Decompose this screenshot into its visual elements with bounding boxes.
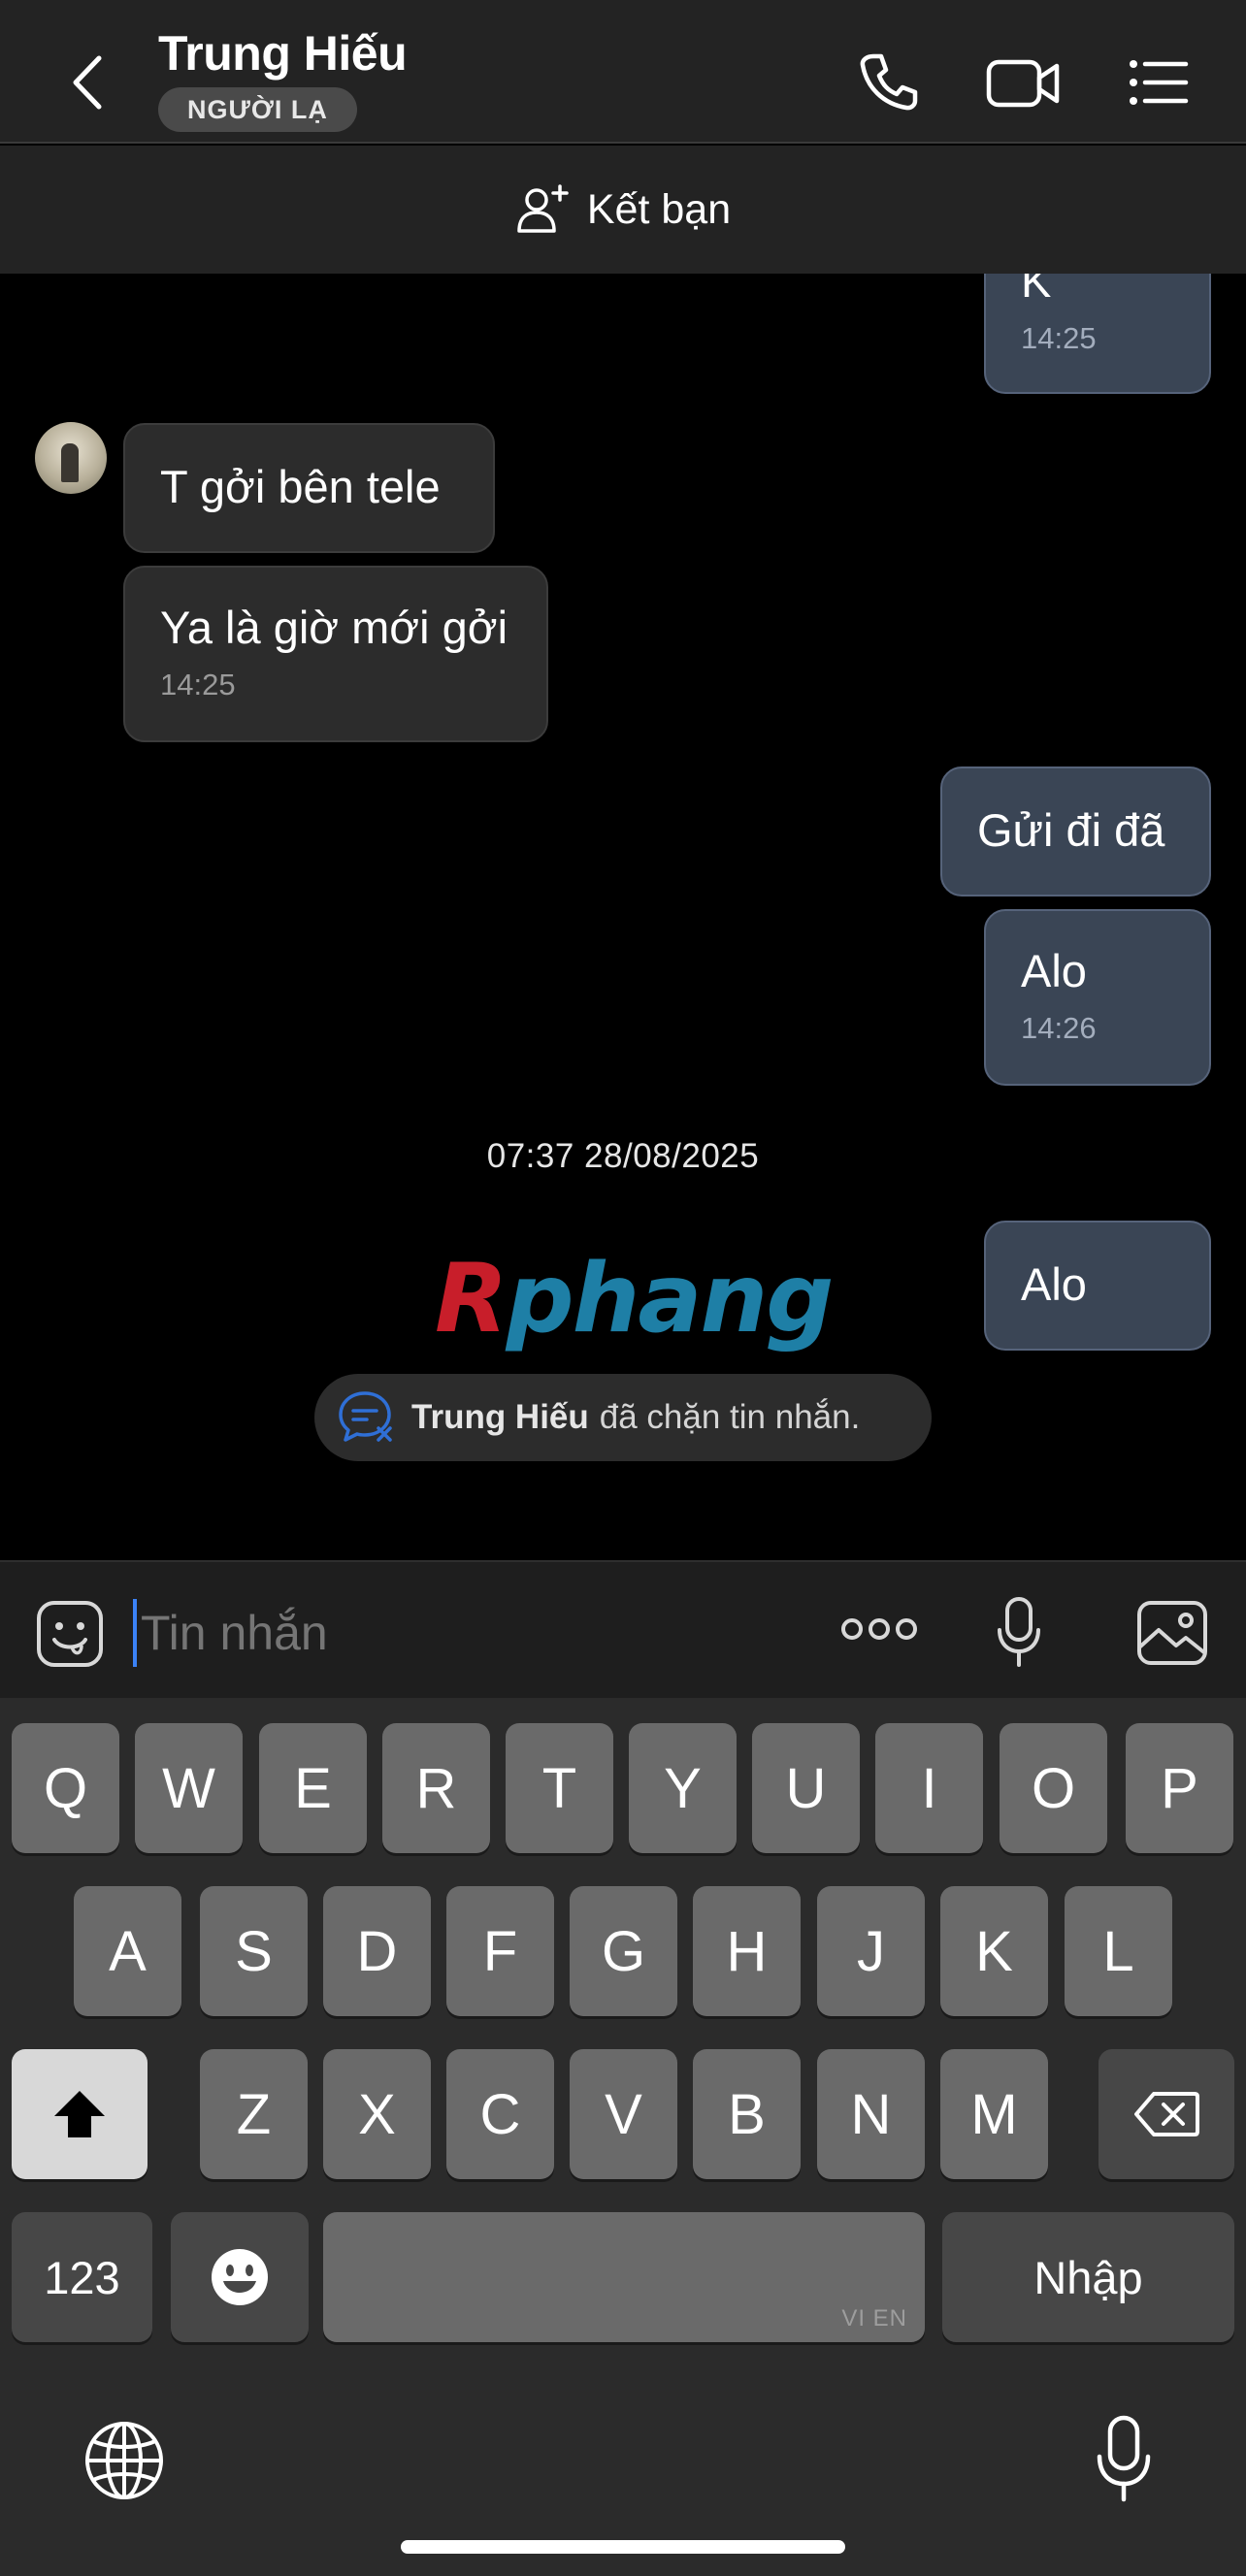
key-a[interactable]: A <box>74 1886 181 2016</box>
key-r[interactable]: R <box>382 1723 490 1853</box>
blocked-chat-icon <box>339 1391 392 1442</box>
contact-name[interactable]: Trung Hiếu <box>158 25 408 82</box>
shift-icon <box>54 2091 105 2137</box>
blocked-contact-name: Trung Hiếu <box>411 1398 589 1436</box>
outgoing-message[interactable]: Gửi đi đã <box>940 766 1211 897</box>
chat-header: Trung Hiếu NGƯỜI LẠ <box>0 0 1246 144</box>
key-t[interactable]: T <box>506 1723 613 1853</box>
more-button[interactable] <box>840 1614 918 1648</box>
add-friend-bar[interactable]: Kết bạn <box>0 146 1246 274</box>
message-text: K <box>1021 274 1052 307</box>
emoji-button[interactable] <box>35 1599 105 1674</box>
back-button[interactable] <box>58 49 116 116</box>
stranger-badge: NGƯỜI LẠ <box>158 87 357 132</box>
dictation-button[interactable] <box>1095 2414 1153 2508</box>
outgoing-message[interactable]: K 14:25 <box>984 274 1211 394</box>
chevron-left-icon <box>73 55 102 110</box>
key-o[interactable]: O <box>1000 1723 1107 1853</box>
date-separator: 07:37 28/08/2025 <box>486 1137 760 1175</box>
message-text: Alo <box>1021 1258 1087 1310</box>
key-h[interactable]: H <box>693 1886 801 2016</box>
space-key[interactable]: VI EN <box>323 2212 925 2342</box>
message-time: 14:25 <box>160 668 236 701</box>
key-j[interactable]: J <box>817 1886 925 2016</box>
key-u[interactable]: U <box>752 1723 860 1853</box>
watermark-logo: Rphang <box>435 1244 834 1354</box>
phone-icon <box>860 53 918 111</box>
message-text: Gửi đi đã <box>977 804 1165 856</box>
return-key[interactable]: Nhập <box>942 2212 1234 2342</box>
key-c[interactable]: C <box>446 2049 554 2179</box>
globe-button[interactable] <box>83 2420 165 2506</box>
return-key-label: Nhập <box>1033 2251 1143 2303</box>
key-q[interactable]: Q <box>12 1723 119 1853</box>
shift-key[interactable] <box>12 2049 148 2179</box>
language-tag: VI EN <box>841 2305 907 2331</box>
home-indicator[interactable] <box>401 2540 845 2554</box>
message-time: 14:26 <box>1021 1011 1097 1045</box>
message-list[interactable]: K 14:25 T gởi bên tele Ya là giờ mới gởi… <box>0 274 1246 1562</box>
key-y[interactable]: Y <box>629 1723 737 1853</box>
key-d[interactable]: D <box>323 1886 431 2016</box>
key-b[interactable]: B <box>693 2049 801 2179</box>
outgoing-message[interactable]: Alo 14:26 <box>984 909 1211 1086</box>
key-p[interactable]: P <box>1126 1723 1233 1853</box>
key-n[interactable]: N <box>817 2049 925 2179</box>
menu-button[interactable] <box>1126 49 1194 121</box>
microphone-icon <box>998 1597 1040 1667</box>
key-f[interactable]: F <box>446 1886 554 2016</box>
numbers-key[interactable]: 123 <box>12 2212 152 2342</box>
image-icon <box>1137 1601 1207 1665</box>
emoji-keyboard-key[interactable] <box>171 2212 309 2342</box>
contact-avatar[interactable] <box>35 422 107 494</box>
delete-key[interactable] <box>1098 2049 1234 2179</box>
message-text: Ya là giờ mới gởi <box>160 602 508 653</box>
emoji-face-icon <box>212 2249 268 2305</box>
message-text: T gởi bên tele <box>160 461 441 512</box>
incoming-message[interactable]: T gởi bên tele <box>123 423 495 553</box>
key-s[interactable]: S <box>200 1886 308 2016</box>
message-text: Alo <box>1021 945 1087 996</box>
globe-icon <box>85 2422 163 2499</box>
incoming-message[interactable]: Ya là giờ mới gởi 14:25 <box>123 566 548 742</box>
key-z[interactable]: Z <box>200 2049 308 2179</box>
outgoing-message[interactable]: Alo <box>984 1221 1211 1351</box>
video-camera-icon <box>986 59 1060 108</box>
key-m[interactable]: M <box>940 2049 1048 2179</box>
call-button[interactable] <box>854 49 922 121</box>
list-menu-icon <box>1130 60 1189 105</box>
voice-message-button[interactable] <box>995 1595 1043 1674</box>
add-friend-label: Kết bạn <box>586 185 732 233</box>
key-k[interactable]: K <box>940 1886 1048 2016</box>
image-button[interactable] <box>1135 1599 1209 1672</box>
numbers-key-label: 123 <box>44 2251 120 2303</box>
blocked-text: đã chặn tin nhắn. <box>599 1398 861 1436</box>
backspace-icon <box>1134 2092 1199 2136</box>
key-g[interactable]: G <box>570 1886 677 2016</box>
key-e[interactable]: E <box>259 1723 367 1853</box>
key-l[interactable]: L <box>1065 1886 1172 2016</box>
key-x[interactable]: X <box>323 2049 431 2179</box>
blocked-notice: Trung Hiếu đã chặn tin nhắn. <box>314 1374 932 1461</box>
message-time: 14:25 <box>1021 321 1097 355</box>
composer-bar <box>0 1560 1246 1698</box>
add-person-icon <box>517 184 569 233</box>
key-v[interactable]: V <box>570 2049 677 2179</box>
key-w[interactable]: W <box>135 1723 243 1853</box>
key-i[interactable]: I <box>875 1723 983 1853</box>
emoji-icon <box>37 1601 103 1667</box>
dictation-mic-icon <box>1097 2415 1151 2502</box>
more-icon <box>841 1618 917 1640</box>
on-screen-keyboard: Q W E R T Y U I O P A S D F G H J K L Z … <box>0 1698 1246 2576</box>
message-input[interactable] <box>133 1599 812 1667</box>
video-call-button[interactable] <box>985 49 1063 121</box>
